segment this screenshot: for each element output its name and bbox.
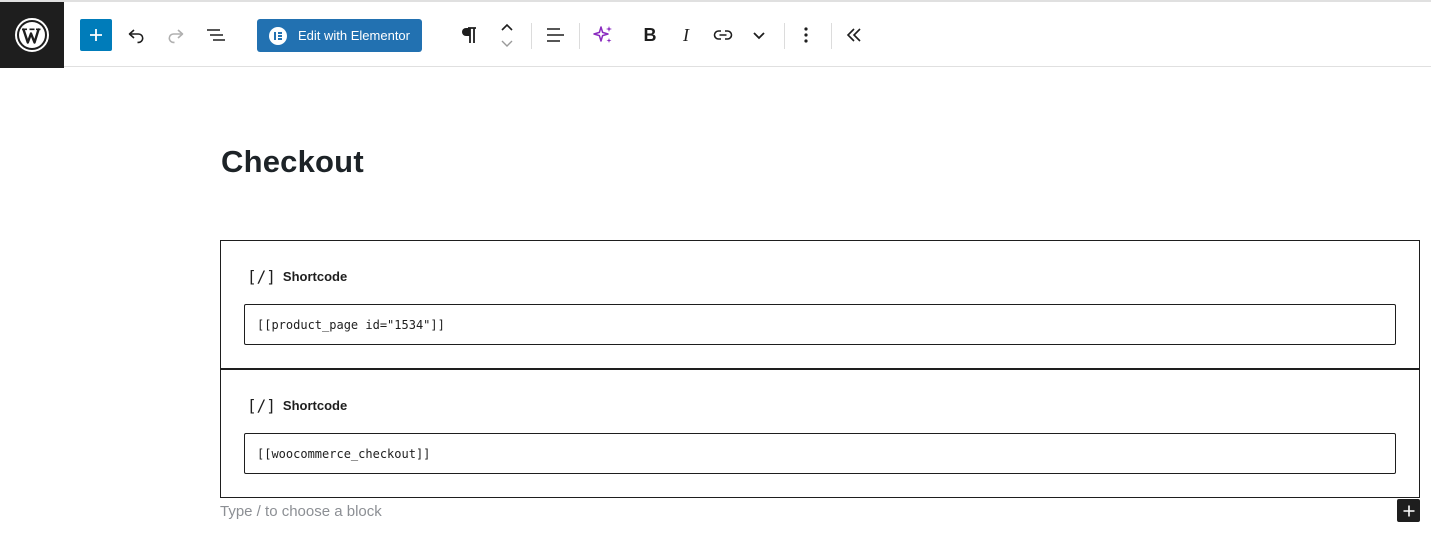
plus-icon bbox=[90, 29, 102, 41]
elementor-icon bbox=[269, 26, 287, 45]
shortcode-block-header: [/] Shortcode bbox=[247, 396, 347, 415]
block-mover bbox=[497, 21, 517, 51]
shortcode-block-header: [/] Shortcode bbox=[247, 267, 347, 286]
shortcode-block-label: Shortcode bbox=[282, 269, 348, 284]
page-title[interactable]: Checkout bbox=[221, 144, 364, 180]
shortcode-block-label: Shortcode bbox=[282, 398, 348, 413]
redo-button[interactable] bbox=[159, 18, 193, 52]
edit-with-elementor-button[interactable]: Edit with Elementor bbox=[257, 19, 422, 52]
document-overview-button[interactable] bbox=[199, 18, 233, 52]
bold-label: B bbox=[643, 24, 657, 45]
toolbar-divider bbox=[784, 23, 785, 49]
shortcode-input[interactable] bbox=[244, 304, 1396, 345]
chevron-down-icon[interactable] bbox=[497, 37, 517, 51]
ai-assistant-button[interactable] bbox=[586, 18, 620, 52]
toolbar-divider bbox=[579, 23, 580, 49]
shortcode-icon: [/] bbox=[247, 267, 276, 286]
collapse-toolbar-button[interactable] bbox=[837, 18, 871, 52]
bold-button[interactable]: B bbox=[633, 18, 667, 52]
shortcode-block[interactable]: [/] Shortcode bbox=[220, 369, 1420, 498]
redo-icon bbox=[168, 29, 184, 44]
toolbar-divider bbox=[831, 23, 832, 49]
link-button[interactable] bbox=[706, 18, 740, 52]
chevrons-left-icon bbox=[846, 28, 861, 42]
shortcode-input[interactable] bbox=[244, 433, 1396, 474]
chevron-down-icon bbox=[753, 32, 765, 40]
link-icon bbox=[713, 30, 733, 40]
sparkles-icon bbox=[593, 26, 612, 43]
align-left-icon bbox=[547, 28, 564, 42]
shortcode-icon: [/] bbox=[247, 396, 276, 415]
plus-icon bbox=[1403, 505, 1414, 516]
list-view-icon bbox=[207, 29, 225, 41]
wordpress-icon[interactable] bbox=[0, 2, 64, 68]
toolbar-divider bbox=[531, 23, 532, 49]
shortcode-block[interactable]: [/] Shortcode bbox=[220, 240, 1420, 369]
more-formatting-button[interactable] bbox=[742, 18, 776, 52]
default-block-appender[interactable]: Type / to choose a block bbox=[220, 503, 382, 520]
block-inserter-button[interactable] bbox=[80, 19, 112, 51]
italic-label: I bbox=[683, 24, 689, 45]
more-vertical-icon bbox=[804, 27, 808, 43]
italic-button[interactable]: I bbox=[669, 18, 703, 52]
align-button[interactable] bbox=[538, 18, 572, 52]
editor-toolbar: Edit with Elementor B I bbox=[0, 0, 1431, 68]
block-options-button[interactable] bbox=[789, 18, 823, 52]
block-editor: Edit with Elementor B I Checkout [/] Sho… bbox=[0, 0, 1431, 542]
undo-button[interactable] bbox=[119, 18, 153, 52]
chevron-up-icon[interactable] bbox=[497, 21, 517, 35]
add-block-button[interactable] bbox=[1397, 499, 1420, 522]
paragraph-block-type-button[interactable] bbox=[453, 18, 487, 52]
undo-icon bbox=[128, 29, 144, 44]
pilcrow-icon bbox=[462, 27, 476, 43]
edit-with-elementor-label: Edit with Elementor bbox=[298, 28, 410, 43]
